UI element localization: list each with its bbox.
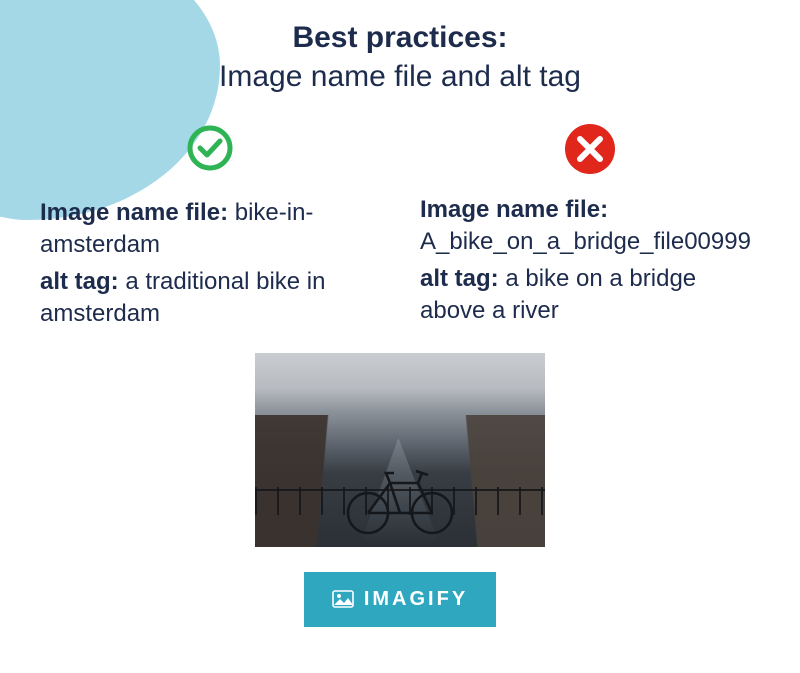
bad-column: Image name file: A_bike_on_a_bridge_file… <box>420 124 760 335</box>
content-container: Best practices: Image name file and alt … <box>0 0 800 627</box>
good-icon-wrap <box>40 124 380 177</box>
bad-text: Image name file: A_bike_on_a_bridge_file… <box>420 194 760 328</box>
brand-name: IMAGIFY <box>364 588 468 611</box>
good-text: Image name file: bike-in-amsterdam alt t… <box>40 197 380 331</box>
good-filename-label: Image name file: <box>40 199 228 226</box>
check-icon <box>186 124 234 172</box>
brand-logo-mark-icon <box>332 590 354 608</box>
cross-icon <box>565 124 615 174</box>
heading-sub: Image name file and alt tag <box>40 57 760 96</box>
heading-block: Best practices: Image name file and alt … <box>40 18 760 96</box>
columns: Image name file: bike-in-amsterdam alt t… <box>40 124 760 335</box>
bad-alttag-row: alt tag: a bike on a bridge above a rive… <box>420 263 760 328</box>
bad-filename-label: Image name file: <box>420 196 608 223</box>
bad-alttag-label: alt tag: <box>420 265 499 292</box>
bad-filename-value: A_bike_on_a_bridge_file00999 <box>420 228 751 255</box>
heading-main: Best practices: <box>40 18 760 57</box>
photo-bike <box>340 463 460 535</box>
good-alttag-row: alt tag: a traditional bike in amsterdam <box>40 266 380 331</box>
bad-icon-wrap <box>420 124 760 174</box>
good-filename-row: Image name file: bike-in-amsterdam <box>40 197 380 262</box>
brand-badge-wrap: IMAGIFY <box>40 552 760 627</box>
good-column: Image name file: bike-in-amsterdam alt t… <box>40 124 380 335</box>
brand-badge: IMAGIFY <box>304 572 496 627</box>
example-photo <box>255 353 545 547</box>
bad-filename-row: Image name file: A_bike_on_a_bridge_file… <box>420 194 760 259</box>
good-alttag-label: alt tag: <box>40 268 119 295</box>
image-section: IMAGIFY <box>40 353 760 627</box>
